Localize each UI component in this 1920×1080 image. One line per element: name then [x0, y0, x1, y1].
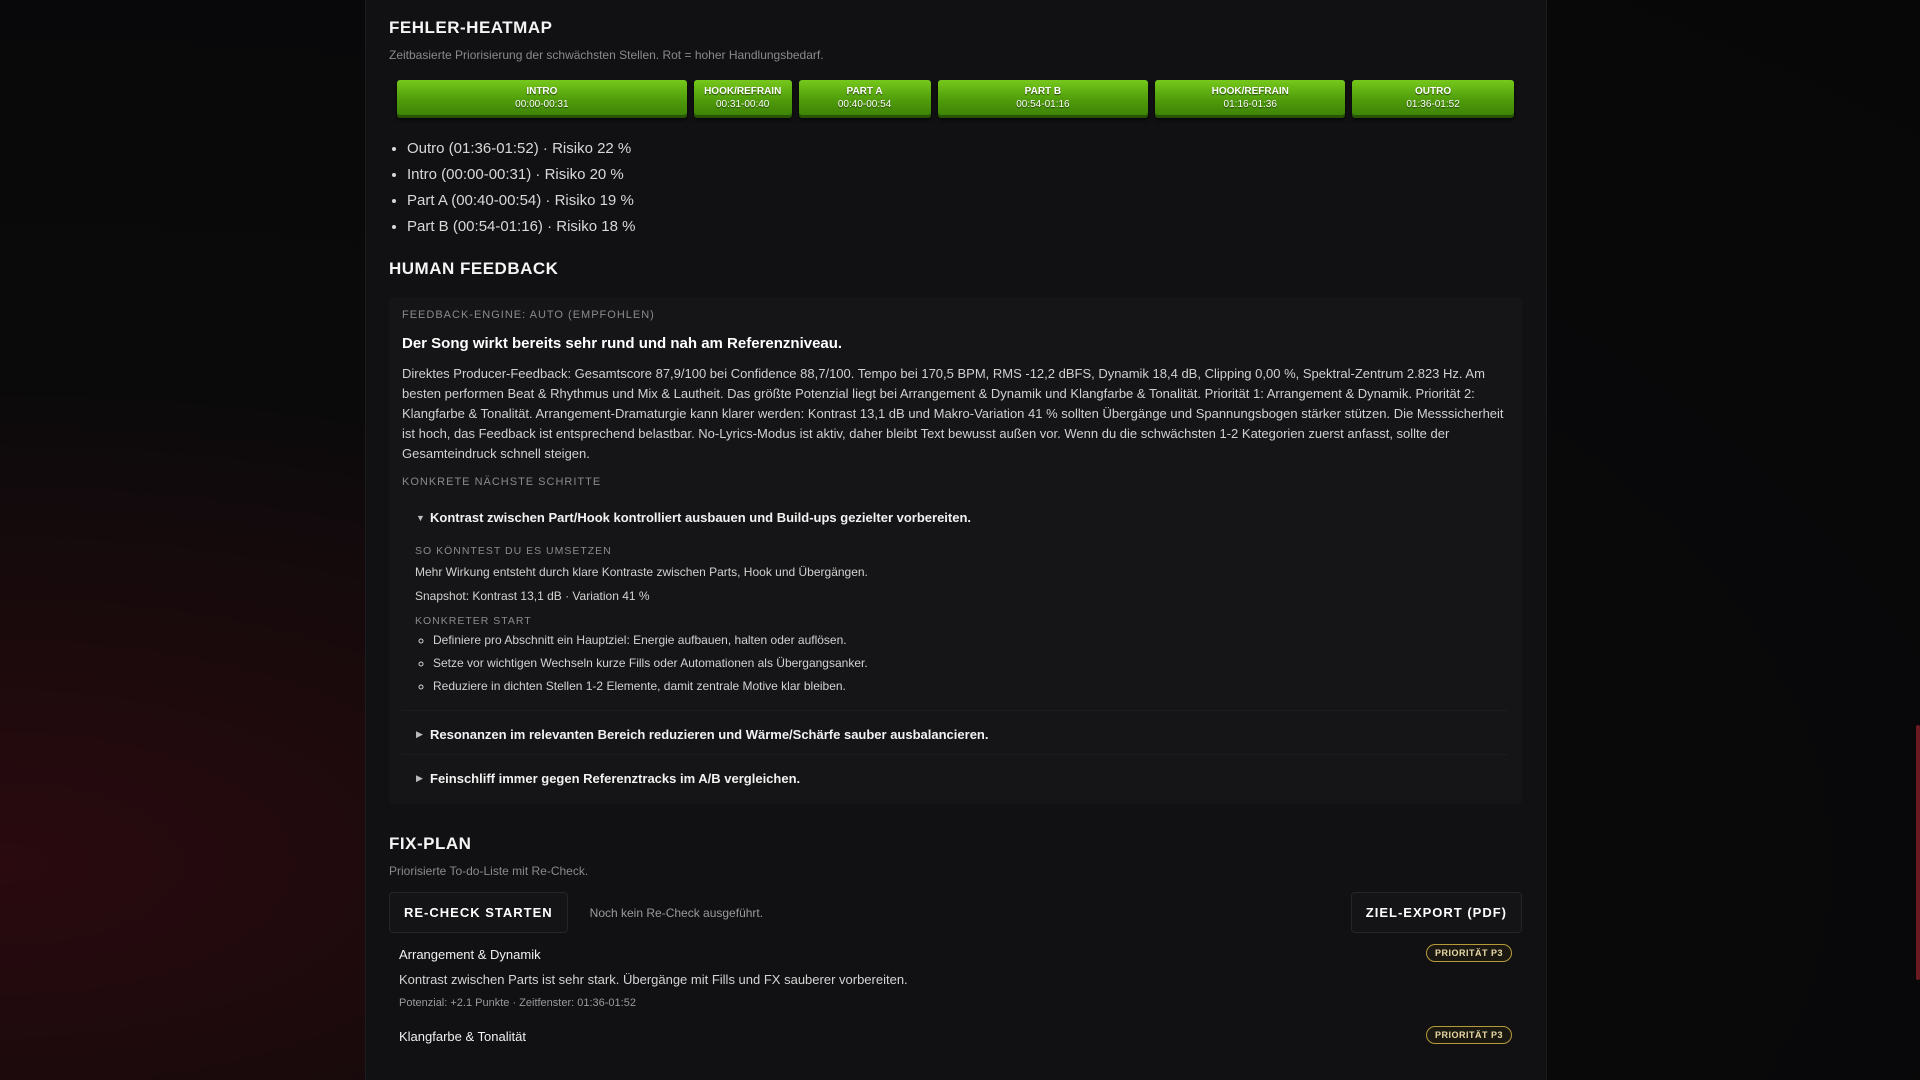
segment-label: HOOK/REFRAIN — [704, 86, 782, 97]
segment-time: 00:40-00:54 — [837, 99, 892, 110]
segment-label: PART A — [846, 86, 883, 97]
heatmap-segment[interactable]: HOOK/REFRAIN 00:31-00:40 — [693, 80, 792, 118]
segment-label: INTRO — [526, 86, 558, 97]
priority-badge: PRIORITÄT P3 — [1425, 944, 1512, 962]
risk-item: Part B (00:54-01:16) · Risiko 18 % — [407, 218, 1522, 235]
feedback-engine-label: FEEDBACK-ENGINE: AUTO (EMPFOHLEN) — [402, 309, 655, 321]
fix-item-meta: Potenzial: +2.1 Punkte · Zeitfenster: 01… — [399, 997, 636, 1009]
risk-item: Intro (00:00-00:31) · Risiko 20 % — [407, 166, 1522, 183]
steps-label: KONKRETE NÄCHSTE SCHRITTE — [402, 476, 602, 488]
start-bullet: Setze vor wichtigen Wechseln kurze Fills… — [433, 656, 1508, 670]
segment-label: HOOK/REFRAIN — [1211, 86, 1289, 97]
segment-time: 01:36-01:52 — [1406, 99, 1460, 110]
heatmap-subtitle: Zeitbasierte Priorisierung der schwächst… — [389, 48, 824, 62]
fixplan-section: FIX-PLAN Priorisierte To-do-Liste mit Re… — [389, 834, 1522, 1048]
heatmap-bar: INTRO 00:00-00:31 HOOK/REFRAIN 00:31-00:… — [397, 80, 1514, 118]
caret-right-icon: ▶ — [416, 729, 423, 739]
feedback-card: FEEDBACK-ENGINE: AUTO (EMPFOHLEN) Der So… — [389, 297, 1522, 804]
risk-list: Outro (01:36-01:52) · Risiko 22 % Intro … — [389, 140, 1522, 235]
heatmap-segment[interactable]: PART B 00:54-01:16 — [937, 80, 1149, 118]
heatmap-segment[interactable]: INTRO 00:00-00:31 — [397, 80, 687, 118]
caret-right-icon: ▶ — [416, 773, 423, 783]
content: FEHLER-HEATMAP Zeitbasierte Priorisierun… — [366, 0, 1546, 1048]
heatmap-section: FEHLER-HEATMAP Zeitbasierte Priorisierun… — [389, 0, 1522, 235]
feedback-section: HUMAN FEEDBACK FEEDBACK-ENGINE: AUTO (EM… — [389, 259, 1522, 804]
heatmap-segment[interactable]: PART A 00:40-00:54 — [798, 80, 931, 118]
recheck-button[interactable]: RE-CHECK STARTEN — [389, 892, 568, 933]
fixplan-toolbar: RE-CHECK STARTEN Noch kein Re-Check ausg… — [389, 892, 1522, 933]
risk-item: Part A (00:40-00:54) · Risiko 19 % — [407, 192, 1522, 209]
priority-badge: PRIORITÄT P3 — [1425, 1026, 1512, 1044]
segment-time: 00:54-01:16 — [1016, 99, 1070, 110]
how-label: SO KÖNNTEST DU ES UMSETZEN — [415, 545, 612, 557]
fix-item-title: Klangfarbe & Tonalität — [399, 1029, 526, 1044]
step-title: Kontrast zwischen Part/Hook kontrolliert… — [430, 510, 972, 525]
segment-time: 00:00-00:31 — [515, 99, 569, 110]
caret-down-icon: ▼ — [416, 512, 425, 523]
step-collapsed: ▶ Feinschliff immer gegen Referenztracks… — [402, 754, 1508, 796]
start-bullets: Definiere pro Abschnitt ein Hauptziel: E… — [415, 633, 1508, 693]
step-expanded: ▼ Kontrast zwischen Part/Hook kontrollie… — [402, 500, 1508, 708]
segment-label: OUTRO — [1415, 86, 1452, 97]
segment-label: PART B — [1024, 86, 1062, 97]
step-title: Resonanzen im relevanten Bereich reduzie… — [430, 727, 989, 742]
step-toggle[interactable]: ▶ Feinschliff immer gegen Referenztracks… — [402, 755, 1508, 796]
fix-item-title: Arrangement & Dynamik — [399, 947, 541, 962]
step-collapsed: ▶ Resonanzen im relevanten Bereich reduz… — [402, 710, 1508, 752]
segment-time: 01:16-01:36 — [1223, 99, 1277, 110]
fix-item[interactable]: Klangfarbe & Tonalität PRIORITÄT P3 — [389, 1013, 1522, 1048]
step-details: SO KÖNNTEST DU ES UMSETZEN Mehr Wirkung … — [402, 535, 1508, 708]
fixplan-subtitle: Priorisierte To-do-Liste mit Re-Check. — [389, 864, 589, 878]
start-bullet: Reduziere in dichten Stellen 1-2 Element… — [433, 679, 1508, 693]
main-panel: FEHLER-HEATMAP Zeitbasierte Priorisierun… — [365, 0, 1547, 1080]
feedback-body: Direktes Producer-Feedback: Gesamtscore … — [402, 366, 1504, 461]
fix-item-desc: Kontrast zwischen Parts ist sehr stark. … — [399, 972, 908, 987]
heatmap-title: FEHLER-HEATMAP — [389, 18, 553, 37]
snapshot-text: Snapshot: Kontrast 13,1 dB · Variation 4… — [415, 589, 650, 603]
fixplan-title: FIX-PLAN — [389, 834, 472, 853]
heatmap-segment[interactable]: OUTRO 01:36-01:52 — [1352, 80, 1514, 118]
fix-item[interactable]: Arrangement & Dynamik Kontrast zwischen … — [389, 933, 1522, 1013]
step-title: Feinschliff immer gegen Referenztracks i… — [430, 771, 801, 786]
start-label: KONKRETER START — [415, 615, 532, 627]
step-toggle[interactable]: ▶ Resonanzen im relevanten Bereich reduz… — [402, 711, 1508, 752]
recheck-status: Noch kein Re-Check ausgeführt. — [589, 905, 764, 920]
step-toggle[interactable]: ▼ Kontrast zwischen Part/Hook kontrollie… — [402, 500, 1508, 535]
feedback-title: HUMAN FEEDBACK — [389, 259, 559, 278]
export-pdf-button[interactable]: ZIEL-EXPORT (PDF) — [1350, 892, 1522, 933]
feedback-headline: Der Song wirkt bereits sehr rund und nah… — [402, 335, 843, 352]
risk-item: Outro (01:36-01:52) · Risiko 22 % — [407, 140, 1522, 157]
start-bullet: Definiere pro Abschnitt ein Hauptziel: E… — [433, 633, 1508, 647]
scrollbar-thumb[interactable] — [1916, 725, 1920, 980]
segment-time: 00:31-00:40 — [715, 99, 770, 110]
heatmap-segment[interactable]: HOOK/REFRAIN 01:16-01:36 — [1155, 80, 1346, 118]
how-text: Mehr Wirkung entsteht durch klare Kontra… — [415, 565, 868, 579]
